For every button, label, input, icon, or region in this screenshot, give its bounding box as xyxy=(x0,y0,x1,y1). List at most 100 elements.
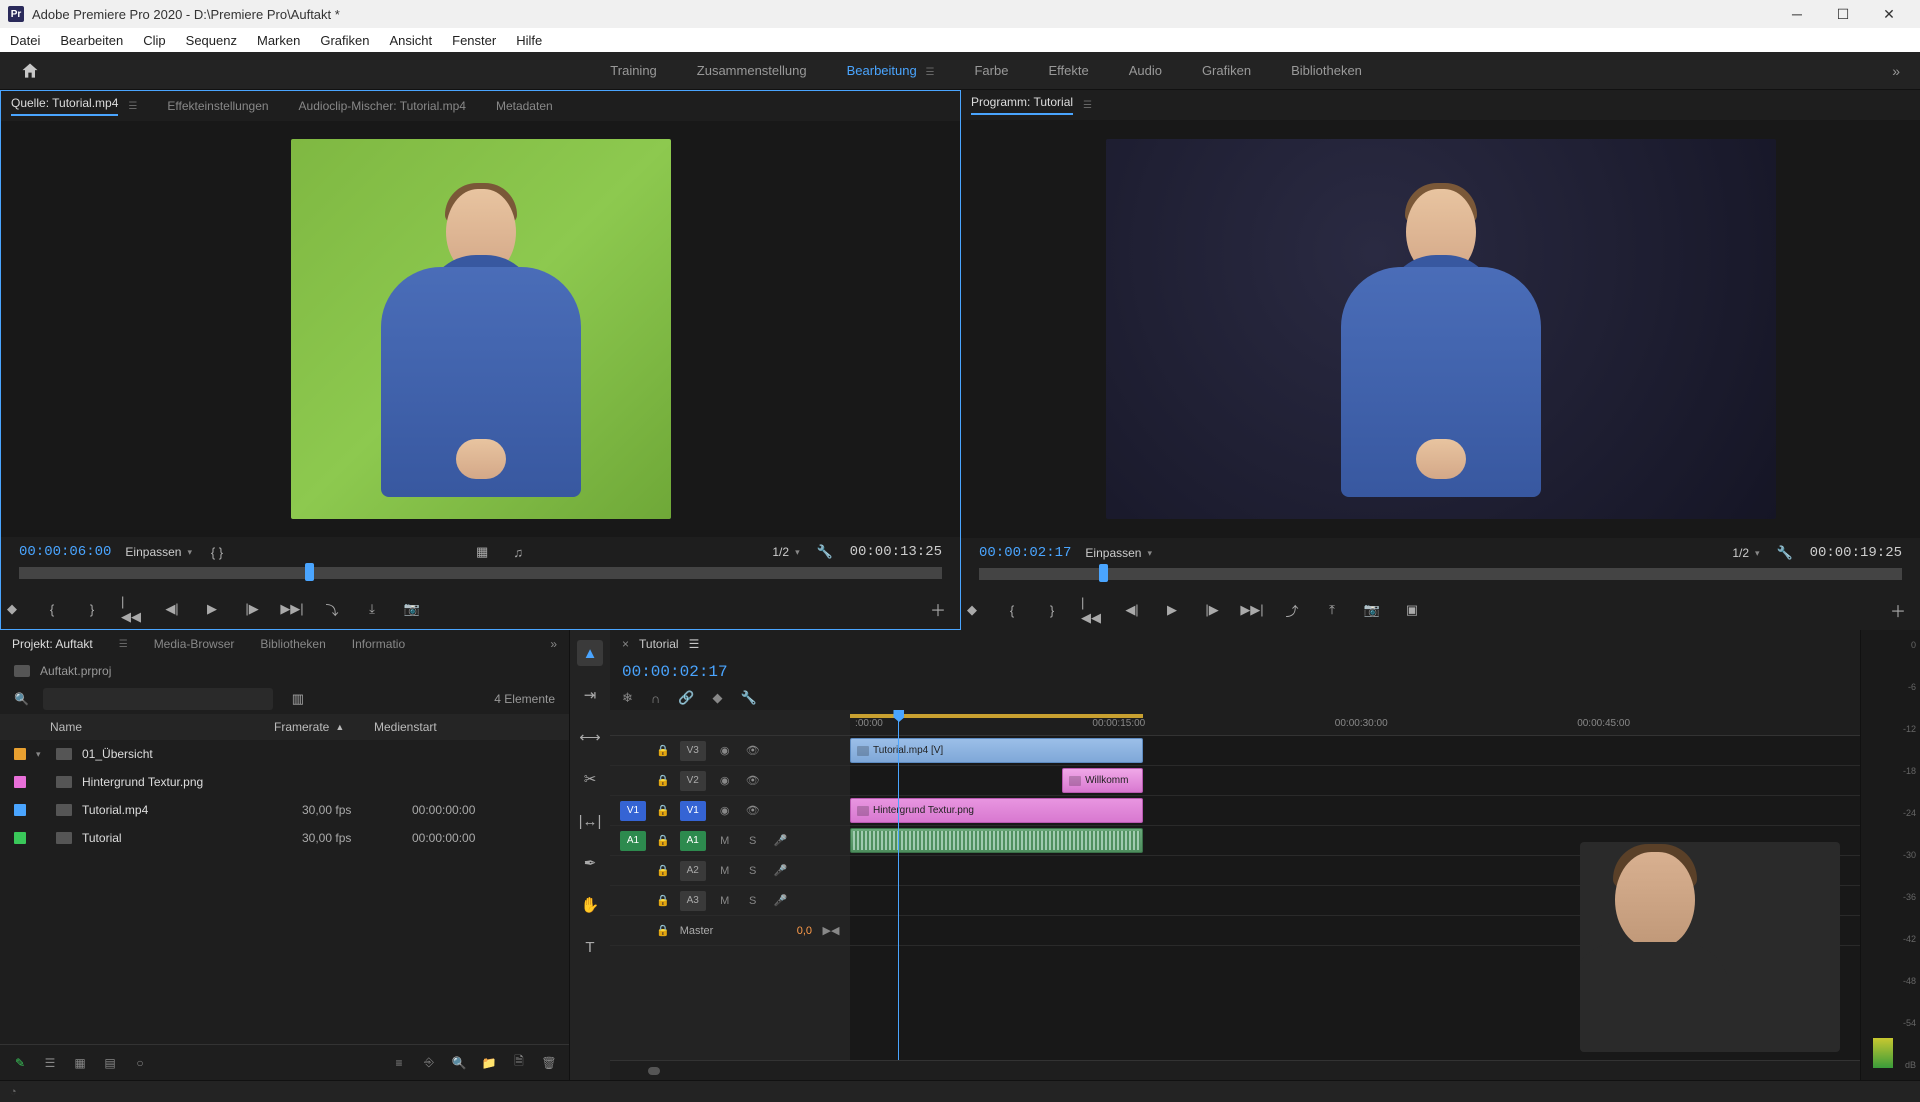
menu-datei[interactable]: Datei xyxy=(0,28,50,52)
clip-hintergrund[interactable]: Hintergrund Textur.png xyxy=(850,798,1143,823)
insert-icon[interactable]: ⤵ xyxy=(321,598,343,620)
program-fit-dropdown[interactable]: Einpassen xyxy=(1085,546,1152,560)
program-tab[interactable]: Programm: Tutorial xyxy=(971,95,1073,115)
playhead[interactable] xyxy=(898,710,899,1060)
col-framerate[interactable]: Framerate▲ xyxy=(274,720,374,734)
list-view-icon[interactable]: ☰ xyxy=(42,1055,58,1071)
source-tab-metadaten[interactable]: Metadaten xyxy=(496,99,553,113)
timeline-sequence-name[interactable]: Tutorial xyxy=(639,637,679,651)
menu-hilfe[interactable]: Hilfe xyxy=(506,28,552,52)
project-tab-media[interactable]: Media-Browser xyxy=(154,637,235,651)
p-add-marker-icon[interactable]: ◆ xyxy=(961,599,983,621)
track-header-v1[interactable]: V1🔒V1 ◉👁 xyxy=(610,796,850,826)
p-button-editor-icon[interactable]: ＋ xyxy=(1890,598,1906,622)
source-patch-v1[interactable]: V1 xyxy=(620,801,646,821)
track-header-a3[interactable]: 🔒A3 MS🎤 xyxy=(610,886,850,916)
p-compare-icon[interactable]: ▣ xyxy=(1401,599,1423,621)
play-icon[interactable]: ▶ xyxy=(201,598,223,620)
menu-ansicht[interactable]: Ansicht xyxy=(379,28,442,52)
type-tool-icon[interactable]: T xyxy=(577,934,603,960)
mark-out-icon[interactable]: } xyxy=(81,598,103,620)
expand-icon[interactable]: ▾ xyxy=(36,749,46,760)
go-out-icon[interactable]: ▶▶| xyxy=(281,598,303,620)
minimize-button[interactable]: ─ xyxy=(1774,0,1820,28)
slip-tool-icon[interactable]: |↔| xyxy=(577,808,603,834)
source-tab-menu-icon[interactable]: ☰ xyxy=(128,101,137,112)
ripple-edit-tool-icon[interactable]: ⟷ xyxy=(577,724,603,750)
overwrite-icon[interactable]: ⤓ xyxy=(361,598,383,620)
track-target-icon[interactable]: ◉ xyxy=(716,744,734,757)
pen-tool-icon[interactable]: ✒ xyxy=(577,850,603,876)
source-scrub-bar[interactable] xyxy=(1,567,960,589)
project-tab-project[interactable]: Projekt: Auftakt xyxy=(12,637,93,651)
timeline-wrench-icon[interactable]: 🔧 xyxy=(740,690,756,706)
project-search-input[interactable] xyxy=(43,688,273,710)
project-tab-info[interactable]: Informatio xyxy=(352,637,405,651)
menu-marken[interactable]: Marken xyxy=(247,28,310,52)
timeline-tab-close-icon[interactable]: × xyxy=(622,637,629,651)
col-name[interactable]: Name xyxy=(14,720,274,734)
track-header-v3[interactable]: 🔒V3 ◉👁 xyxy=(610,736,850,766)
clip-tutorial-video[interactable]: Tutorial.mp4 [V] xyxy=(850,738,1143,763)
ws-menu-icon[interactable]: ☰ xyxy=(923,67,935,78)
project-tabs-overflow[interactable]: » xyxy=(550,637,557,651)
mark-in-icon[interactable]: { xyxy=(41,598,63,620)
clip-willkomm[interactable]: Willkomm xyxy=(1062,768,1143,793)
linked-selection-icon[interactable]: 🔗 xyxy=(678,690,694,706)
program-zoom-dropdown[interactable]: 1/2 xyxy=(1732,546,1759,560)
track-header-a2[interactable]: 🔒A2 MS🎤 xyxy=(610,856,850,886)
ws-training[interactable]: Training xyxy=(610,63,656,78)
source-viewport[interactable] xyxy=(1,121,960,537)
project-tab-bibl[interactable]: Bibliotheken xyxy=(260,637,325,651)
project-item[interactable]: ▾ 01_Übersicht xyxy=(0,740,569,768)
ws-audio[interactable]: Audio xyxy=(1129,63,1162,78)
button-editor-icon[interactable]: ＋ xyxy=(930,597,946,621)
p-export-frame-icon[interactable]: 📷 xyxy=(1361,599,1383,621)
collapse-icon[interactable]: ▶◀ xyxy=(822,924,840,937)
track-header-master[interactable]: 🔒Master 0,0 ▶◀ xyxy=(610,916,850,946)
program-scrub-bar[interactable] xyxy=(961,568,1920,590)
voiceover-icon[interactable]: 🎤 xyxy=(772,834,790,847)
project-item[interactable]: Hintergrund Textur.png xyxy=(0,768,569,796)
source-tab-audiomix[interactable]: Audioclip-Mischer: Tutorial.mp4 xyxy=(299,99,466,113)
track-output-icon[interactable]: 👁 xyxy=(744,744,762,757)
timeline-zoom-scroll[interactable] xyxy=(610,1060,1860,1080)
p-go-in-icon[interactable]: |◀◀ xyxy=(1081,599,1103,621)
source-aud-only-icon[interactable]: ♫ xyxy=(507,541,529,563)
go-in-icon[interactable]: |◀◀ xyxy=(121,598,143,620)
track-select-tool-icon[interactable]: ⇥ xyxy=(577,682,603,708)
nest-toggle-icon[interactable]: ❄ xyxy=(622,690,633,706)
home-button[interactable] xyxy=(20,61,40,81)
snap-icon[interactable]: ∩ xyxy=(651,691,660,706)
time-ruler[interactable]: :00:00 00:00:15:00 00:00:30:00 00:00:45:… xyxy=(850,710,1860,736)
master-volume[interactable]: 0,0 xyxy=(797,925,812,937)
freeform-view-icon[interactable]: ▤ xyxy=(102,1055,118,1071)
timeline-timecode[interactable]: 00:00:02:17 xyxy=(622,663,728,681)
add-marker-icon[interactable]: ◆ xyxy=(1,598,23,620)
step-fwd-icon[interactable]: |▶ xyxy=(241,598,263,620)
source-vid-only-icon[interactable]: ▦ xyxy=(471,541,493,563)
trash-icon[interactable]: 🗑 xyxy=(541,1055,557,1071)
ws-farbe[interactable]: Farbe xyxy=(974,63,1008,78)
hand-tool-icon[interactable]: ✋ xyxy=(577,892,603,918)
program-viewport[interactable] xyxy=(961,120,1920,538)
program-timecode[interactable]: 00:00:02:17 xyxy=(979,545,1071,561)
menu-sequenz[interactable]: Sequenz xyxy=(176,28,247,52)
zoom-slider-icon[interactable]: ○ xyxy=(132,1055,148,1071)
menu-bearbeiten[interactable]: Bearbeiten xyxy=(50,28,133,52)
p-lift-icon[interactable]: ⤴ xyxy=(1281,599,1303,621)
source-patch-a1[interactable]: A1 xyxy=(620,831,646,851)
p-step-back-icon[interactable]: ◀| xyxy=(1121,599,1143,621)
new-bin-icon[interactable]: 📁 xyxy=(481,1055,497,1071)
p-mark-out-icon[interactable]: } xyxy=(1041,599,1063,621)
automate-icon[interactable]: ⎆ xyxy=(421,1055,437,1071)
timeline-tab-menu-icon[interactable]: ☰ xyxy=(689,637,700,651)
menu-grafiken[interactable]: Grafiken xyxy=(310,28,379,52)
source-fit-dropdown[interactable]: Einpassen xyxy=(125,545,192,559)
ws-effekte[interactable]: Effekte xyxy=(1048,63,1088,78)
clip-tutorial-audio[interactable] xyxy=(850,828,1143,853)
step-back-icon[interactable]: ◀| xyxy=(161,598,183,620)
track-header-v2[interactable]: 🔒V2 ◉👁 xyxy=(610,766,850,796)
p-step-fwd-icon[interactable]: |▶ xyxy=(1201,599,1223,621)
p-mark-in-icon[interactable]: { xyxy=(1001,599,1023,621)
